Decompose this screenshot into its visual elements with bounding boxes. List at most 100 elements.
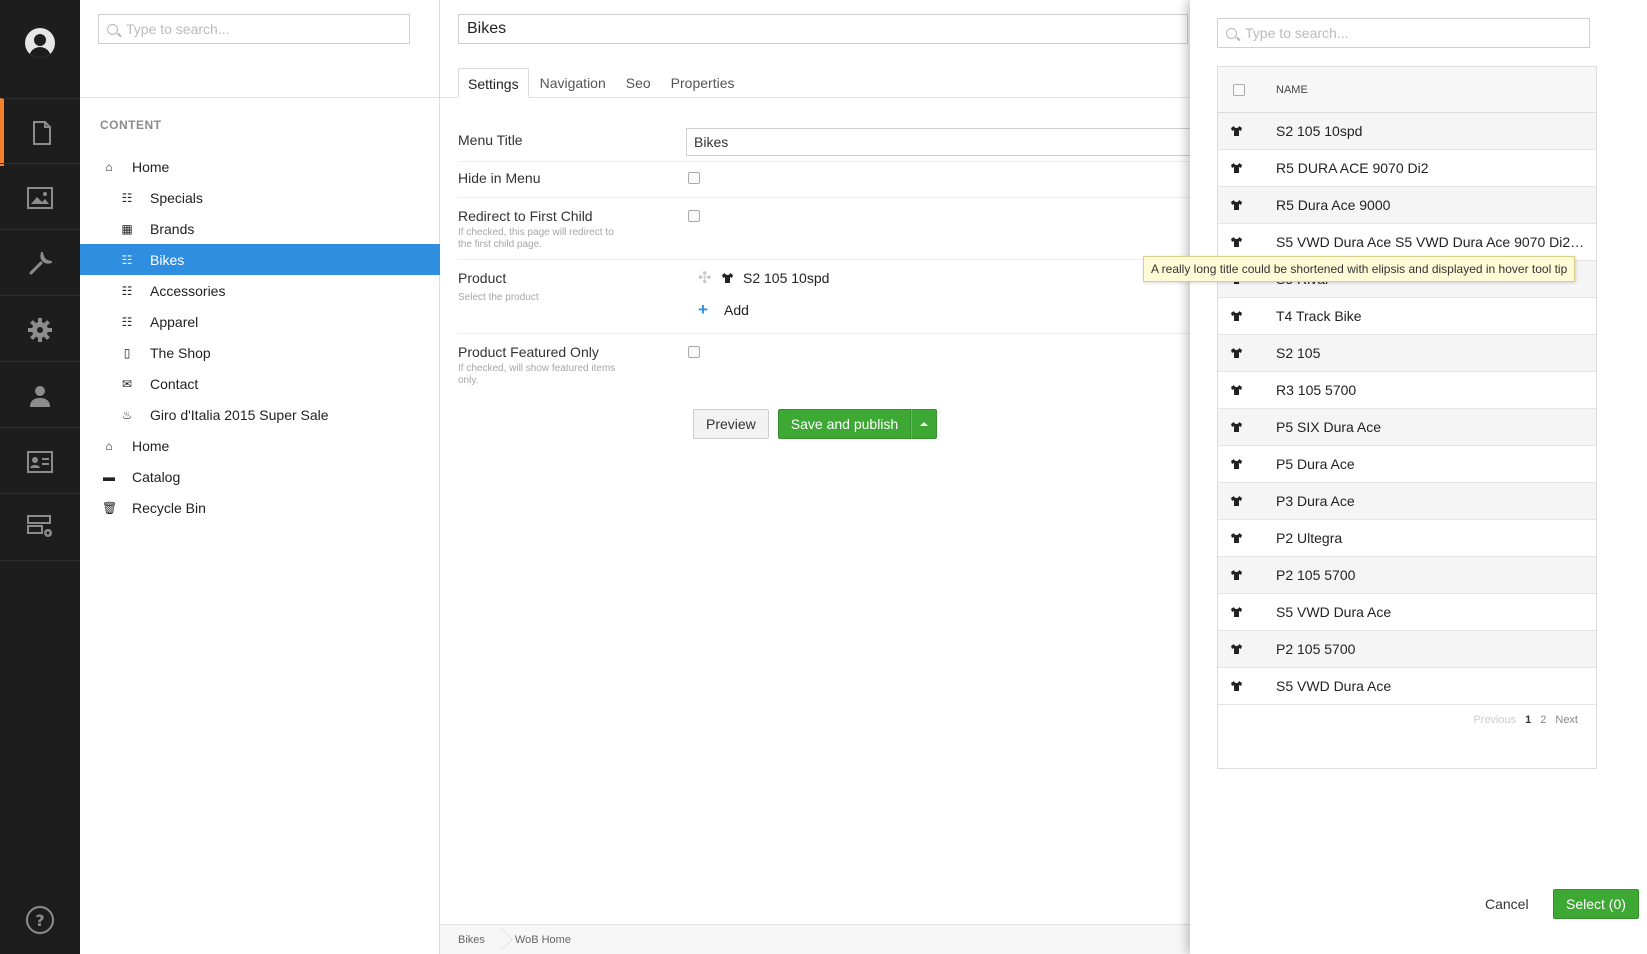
featured-label: Product Featured Only	[458, 344, 599, 360]
user-icon	[28, 384, 52, 408]
product-name: R5 DURA ACE 9070 Di2	[1276, 160, 1429, 176]
picker-search-input[interactable]	[1245, 25, 1589, 41]
menu-title-input[interactable]: Bikes	[686, 128, 1196, 156]
drag-handle-icon[interactable]: ✣	[698, 268, 712, 288]
cancel-button[interactable]: Cancel	[1485, 896, 1529, 912]
table-row[interactable]: S5 VWD Dura Ace	[1218, 594, 1596, 631]
tree-item-home[interactable]: ⌂ Home	[80, 151, 440, 182]
pagination-next[interactable]: Next	[1555, 714, 1578, 726]
table-row[interactable]: P5 Dura Ace	[1218, 446, 1596, 483]
plus-icon: +	[698, 300, 708, 319]
section-media[interactable]	[0, 163, 80, 231]
featured-checkbox[interactable]	[688, 346, 700, 358]
image-icon	[27, 186, 53, 209]
tree-item-label: Specials	[150, 189, 203, 206]
tshirt-icon	[722, 273, 733, 283]
selected-product-name: S2 105 10spd	[743, 270, 830, 286]
column-header-name[interactable]: NAME	[1276, 84, 1308, 96]
product-name: P5 Dura Ace	[1276, 456, 1355, 472]
search-icon	[107, 23, 118, 35]
table-row[interactable]: P5 SIX Dura Ace	[1218, 409, 1596, 446]
editor-tabs: Settings Navigation Seo Properties	[458, 68, 745, 98]
field-product-featured: Product Featured Only If checked, will s…	[458, 334, 1190, 400]
tree-item-label: Accessories	[150, 282, 226, 299]
table-row[interactable]: P2 105 5700	[1218, 557, 1596, 594]
featured-description: If checked, will show featured items onl…	[458, 363, 616, 386]
editor-header: Bikes Settings Navigation Seo Properties	[440, 0, 1190, 98]
product-name: P2 105 5700	[1276, 567, 1356, 583]
table-row[interactable]: P2 105 5700	[1218, 631, 1596, 668]
tshirt-icon	[1218, 604, 1276, 620]
product-picker-panel: NAME S2 105 10spd R5 DURA ACE 9070 Di2 R5 …	[1190, 0, 1647, 954]
hide-in-menu-checkbox[interactable]	[688, 172, 700, 184]
publish-options-button[interactable]	[911, 409, 938, 439]
tree-search-box[interactable]	[98, 14, 410, 44]
table-row[interactable]: S5 VWD Dura Ace	[1218, 668, 1596, 705]
tree-item-home[interactable]: ⌂ Home	[80, 430, 440, 461]
tree-item-giro-d-italia-2015-super-sale[interactable]: ♨ Giro d'Italia 2015 Super Sale	[80, 399, 440, 430]
tree-item-accessories[interactable]: ☷ Accessories	[80, 275, 440, 306]
save-and-publish-button[interactable]: Save and publish	[777, 409, 912, 439]
table-row[interactable]: R5 DURA ACE 9070 Di2	[1218, 150, 1596, 187]
pagination-page-2[interactable]: 2	[1540, 714, 1546, 726]
tree-search-area	[80, 0, 439, 98]
user-avatar[interactable]	[25, 28, 55, 58]
product-name: R3 105 5700	[1276, 382, 1357, 398]
section-developer[interactable]	[0, 295, 80, 363]
tshirt-icon	[1218, 530, 1276, 546]
tree-search-input[interactable]	[126, 21, 409, 37]
hover-tooltip: A really long title could be shortened w…	[1143, 256, 1576, 282]
section-users[interactable]	[0, 361, 80, 429]
section-forms[interactable]	[0, 493, 80, 561]
tree-item-label: Catalog	[132, 468, 181, 485]
section-members[interactable]	[0, 427, 80, 495]
selected-product-item[interactable]: ✣ S2 105 10spd	[698, 268, 829, 288]
tree-list: ⌂ Home ☷ Specials ▦ Brands ☷ Bikes ☷ Accessories ☷…	[80, 151, 440, 523]
tab-properties[interactable]: Properties	[662, 68, 744, 98]
table-row[interactable]: P3 Dura Ace	[1218, 483, 1596, 520]
picker-search-box[interactable]	[1217, 18, 1590, 48]
table-row[interactable]: S2 105 10spd	[1218, 113, 1596, 150]
tree-item-apparel[interactable]: ☷ Apparel	[80, 306, 440, 337]
list-icon: ☷	[121, 190, 133, 205]
preview-button[interactable]: Preview	[693, 409, 769, 439]
add-product-link[interactable]: + Add	[698, 300, 829, 320]
redirect-checkbox[interactable]	[688, 210, 700, 222]
tree-item-the-shop[interactable]: ▯ The Shop	[80, 337, 440, 368]
select-button[interactable]: Select (0)	[1553, 889, 1639, 919]
tshirt-icon	[1218, 493, 1276, 509]
tab-seo[interactable]: Seo	[617, 68, 660, 98]
select-all-checkbox[interactable]	[1233, 83, 1245, 96]
table-row[interactable]: R3 105 5700	[1218, 372, 1596, 409]
server-settings-icon	[27, 515, 53, 539]
tree-item-contact[interactable]: ✉ Contact	[80, 368, 440, 399]
redirect-label: Redirect to First Child	[458, 208, 593, 224]
section-content[interactable]	[0, 98, 80, 166]
tab-settings[interactable]: Settings	[458, 68, 529, 98]
help-icon[interactable]: ?	[26, 906, 54, 934]
section-settings-tools[interactable]	[0, 229, 80, 297]
field-menu-title: Menu Title Bikes	[458, 126, 1196, 162]
tab-navigation[interactable]: Navigation	[531, 68, 615, 98]
pagination-page-1[interactable]: 1	[1525, 714, 1531, 726]
tree-item-bikes[interactable]: ☷ Bikes	[80, 244, 440, 275]
page-title-input[interactable]: Bikes	[458, 14, 1188, 44]
tree-item-catalog[interactable]: ▬ Catalog	[80, 461, 440, 492]
field-redirect-first-child: Redirect to First Child If checked, this…	[458, 198, 1190, 260]
table-row[interactable]: P2 Ultegra	[1218, 520, 1596, 557]
table-row[interactable]: S2 105	[1218, 335, 1596, 372]
pagination-previous[interactable]: Previous	[1473, 714, 1516, 726]
breadcrumb-item-wob-home[interactable]: WoB Home	[515, 934, 571, 946]
table-row[interactable]: T4 Track Bike	[1218, 298, 1596, 335]
tree-item-recycle-bin[interactable]: 🗑 Recycle Bin	[80, 492, 440, 523]
tshirt-icon	[1218, 382, 1276, 398]
tree-item-label: Apparel	[150, 313, 199, 330]
tree-item-brands[interactable]: ▦ Brands	[80, 213, 440, 244]
product-name: P2 105 5700	[1276, 641, 1356, 657]
table-row[interactable]: R5 Dura Ace 9000	[1218, 187, 1596, 224]
picker-table: NAME S2 105 10spd R5 DURA ACE 9070 Di2 R5 …	[1217, 66, 1597, 769]
breadcrumb-item-bikes[interactable]: Bikes	[458, 934, 485, 946]
product-name: S2 105	[1276, 345, 1321, 361]
tree-item-specials[interactable]: ☷ Specials	[80, 182, 440, 213]
gear-icon	[27, 317, 53, 343]
